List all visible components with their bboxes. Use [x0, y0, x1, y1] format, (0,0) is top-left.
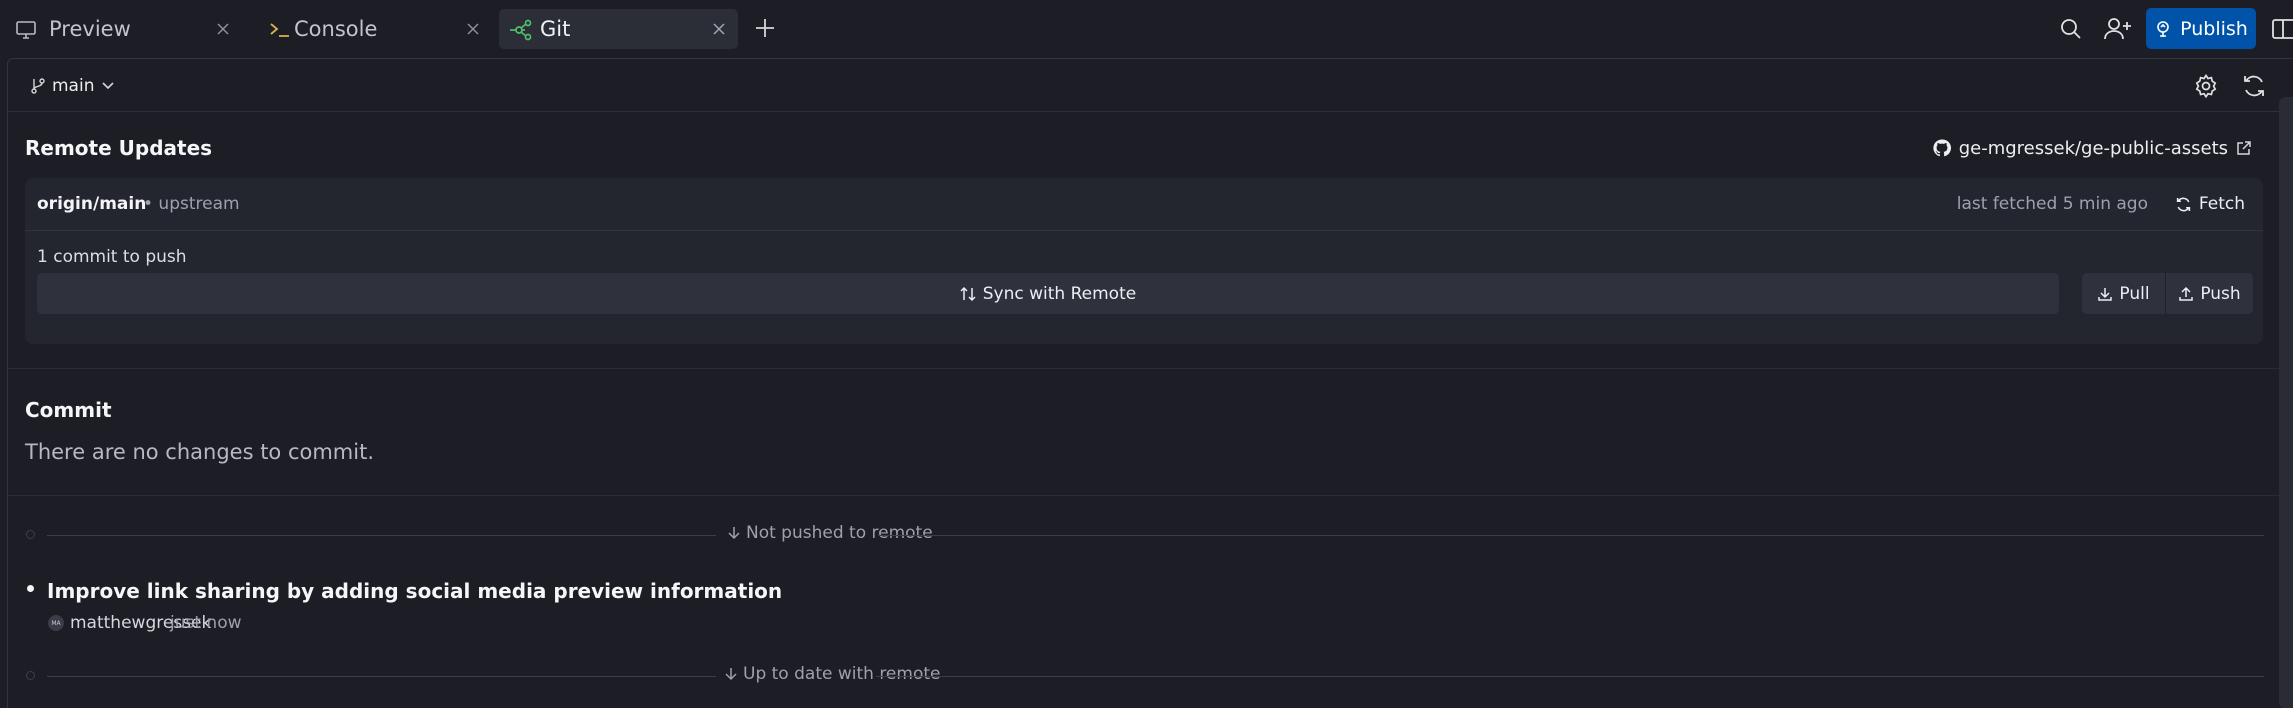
refresh-icon [2175, 196, 2192, 213]
branch-selector[interactable]: main [31, 73, 115, 99]
pull-push-group: Pull Push [2082, 273, 2253, 314]
remote-card: origin/main • upstream last fetched 5 mi… [25, 178, 2263, 344]
commit-title: Commit [25, 398, 112, 422]
divider [8, 495, 2280, 496]
repo-link[interactable]: ge-mgressek/ge-public-assets [1933, 136, 2252, 160]
split-view-icon[interactable] [2271, 17, 2293, 41]
remote-header: origin/main • upstream last fetched 5 mi… [25, 178, 2263, 231]
sync-label: Sync with Remote [982, 283, 1137, 304]
push-label: Push [2200, 283, 2241, 304]
scrollbar[interactable] [2279, 97, 2293, 708]
chevron-down-icon [101, 81, 115, 91]
new-tab-icon[interactable] [754, 17, 776, 39]
terminal-icon [269, 19, 291, 41]
publish-label: Publish [2180, 17, 2248, 40]
timeline-rule [47, 676, 716, 677]
arrow-down-icon [728, 526, 740, 540]
close-icon[interactable] [466, 22, 480, 36]
tab-label: Git [540, 17, 571, 41]
tab-git[interactable]: Git [499, 9, 738, 49]
branch-bar: main [8, 59, 2293, 112]
timeline-node [26, 530, 35, 539]
pull-button[interactable]: Pull [2082, 273, 2166, 314]
last-fetched: last fetched 5 min ago [1956, 194, 2148, 214]
avatar: MA [48, 615, 64, 631]
tab-preview[interactable]: Preview [0, 9, 242, 49]
timeline-rule [876, 676, 2264, 677]
github-icon [1933, 139, 1951, 157]
branch-icon [31, 78, 45, 94]
git-icon [509, 19, 532, 41]
gear-icon[interactable] [2193, 73, 2219, 99]
arrow-down-icon [725, 667, 737, 681]
sync-arrows-icon [960, 286, 976, 302]
download-icon [2097, 286, 2113, 302]
tab-console[interactable]: Console [254, 9, 492, 49]
upload-icon [2178, 286, 2194, 302]
commit-node [27, 585, 34, 592]
tab-label: Preview [49, 17, 131, 41]
not-pushed-label: Not pushed to remote [728, 523, 933, 543]
monitor-icon [15, 19, 37, 41]
search-icon[interactable] [2058, 16, 2084, 42]
commit-time: just now [170, 613, 242, 633]
external-link-icon [2236, 140, 2252, 156]
repo-name: ge-mgressek/ge-public-assets [1958, 137, 2228, 159]
timeline-rule [878, 535, 2264, 536]
pull-label: Pull [2119, 283, 2150, 304]
close-icon[interactable] [216, 22, 230, 36]
no-changes-message: There are no changes to commit. [25, 440, 375, 464]
refresh-icon[interactable] [2241, 73, 2267, 99]
tab-label: Console [294, 17, 378, 41]
fetch-button[interactable]: Fetch [2175, 191, 2245, 217]
divider [8, 368, 2280, 369]
branch-name: main [52, 76, 95, 96]
git-panel: main Remote Updates ge-mgressek/ge-publi… [7, 58, 2293, 708]
add-user-icon[interactable] [2104, 16, 2131, 42]
commit-message[interactable]: Improve link sharing by adding social me… [47, 579, 782, 603]
timeline-node [26, 671, 35, 680]
close-icon[interactable] [712, 22, 726, 36]
up-to-date-label: Up to date with remote [725, 664, 940, 684]
fetch-label: Fetch [2198, 194, 2245, 214]
publish-icon [2154, 20, 2172, 38]
remote-branch: origin/main [37, 194, 147, 214]
remote-meta: • upstream [143, 194, 240, 214]
push-button[interactable]: Push [2166, 273, 2253, 314]
timeline-rule [47, 535, 716, 536]
tab-bar: Preview Console Git Publish [0, 0, 2293, 58]
publish-button[interactable]: Publish [2146, 8, 2256, 49]
sync-button[interactable]: Sync with Remote [37, 273, 2059, 314]
remote-updates-title: Remote Updates [25, 136, 213, 160]
commit-count: 1 commit to push [37, 247, 187, 267]
